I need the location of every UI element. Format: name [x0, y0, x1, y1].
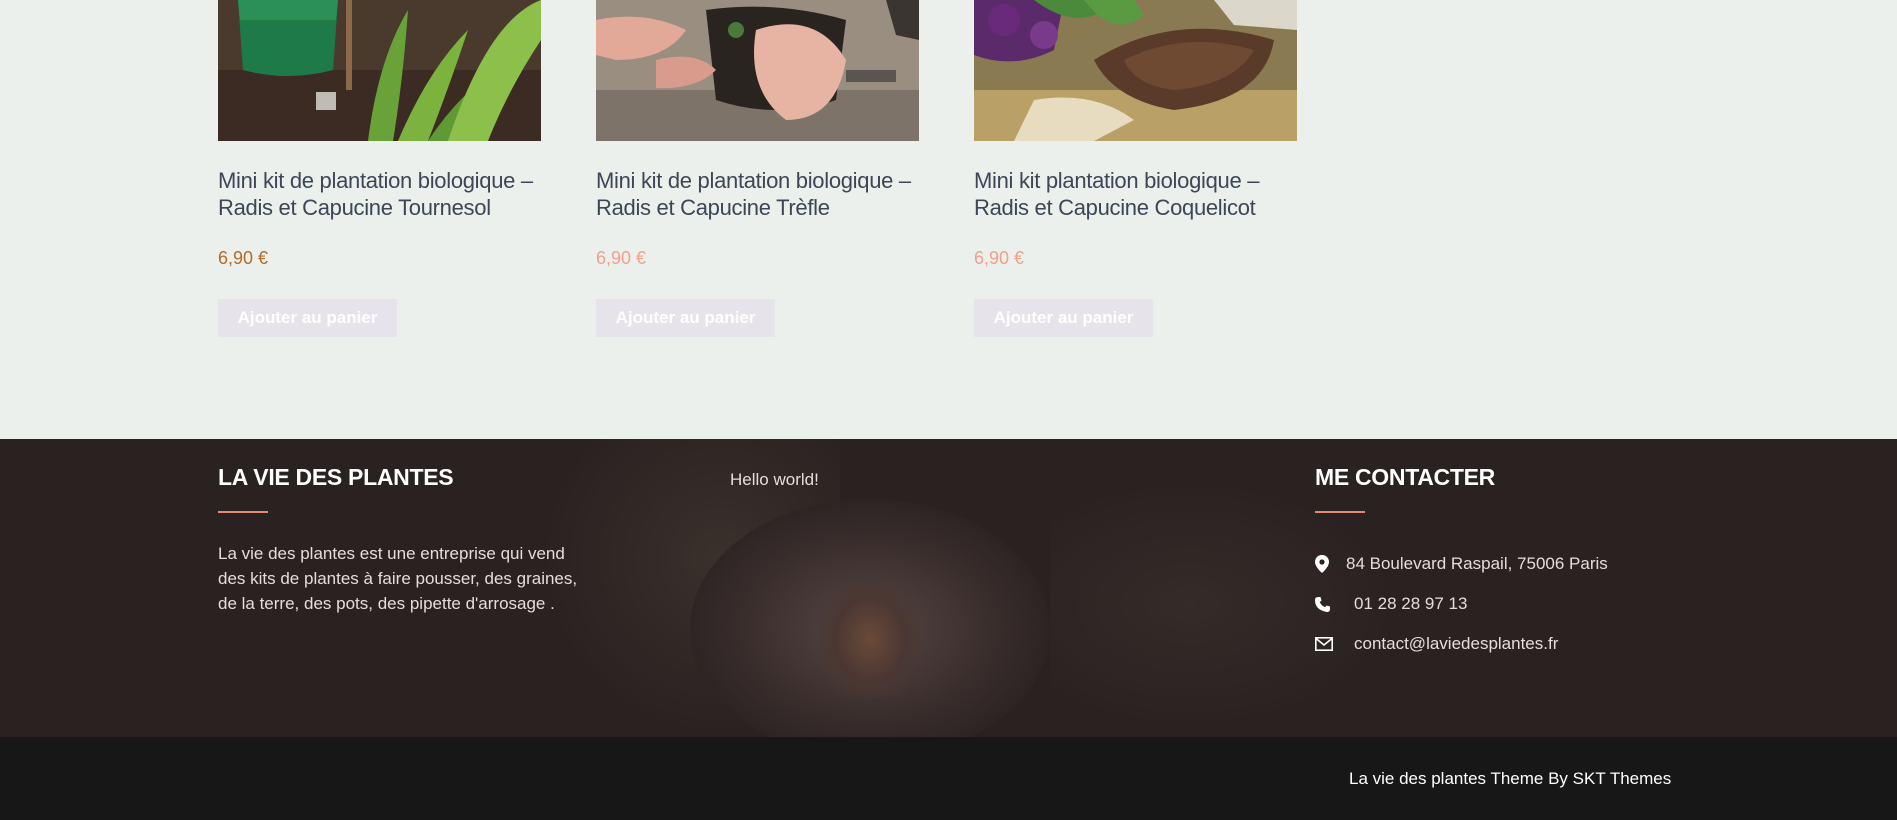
product-card: Mini kit de plantation biologique – Radi… — [218, 0, 541, 337]
map-pin-icon — [1315, 555, 1331, 573]
add-to-cart-button[interactable]: Ajouter au panier — [218, 299, 397, 337]
product-card: Mini kit de plantation biologique – Radi… — [596, 0, 919, 337]
footer-about-text: La vie des plantes est une entreprise qu… — [218, 544, 578, 613]
recent-post-link[interactable]: Hello world! — [730, 467, 819, 492]
footer-bottom-bar: La vie des plantes Theme By SKT Themes — [0, 737, 1897, 820]
footer-contact: ME CONTACTER 84 Boulevard Raspail, 75006… — [1315, 462, 1715, 682]
product-price: 6,90 € — [974, 248, 1025, 268]
contact-address-text: 84 Boulevard Raspail, 75006 Paris — [1346, 554, 1608, 573]
theme-credit[interactable]: La vie des plantes Theme By SKT Themes — [1349, 769, 1671, 789]
envelope-icon — [1315, 637, 1333, 651]
product-price: 6,90 € — [596, 248, 647, 268]
add-to-cart-button[interactable]: Ajouter au panier — [596, 299, 775, 337]
footer-about: LA VIE DES PLANTES La vie des plantes es… — [218, 462, 588, 616]
products-section: Mini kit de plantation biologique – Radi… — [0, 0, 1897, 439]
product-title[interactable]: Mini kit de plantation biologique – Radi… — [218, 167, 558, 221]
product-image[interactable] — [974, 0, 1297, 141]
add-to-cart-button[interactable]: Ajouter au panier — [974, 299, 1153, 337]
product-title[interactable]: Mini kit plantation biologique – Radis e… — [974, 167, 1314, 221]
product-card: Mini kit plantation biologique – Radis e… — [974, 0, 1297, 337]
product-price: 6,90 € — [218, 248, 269, 268]
contact-email[interactable]: contact@laviedesplantes.fr — [1315, 634, 1558, 654]
site-footer: LA VIE DES PLANTES La vie des plantes es… — [0, 439, 1897, 737]
footer-background — [820, 579, 920, 699]
footer-about-heading: LA VIE DES PLANTES — [218, 464, 454, 490]
product-image[interactable] — [596, 0, 919, 141]
heading-divider — [218, 511, 268, 513]
contact-email-text[interactable]: contact@laviedesplantes.fr — [1354, 634, 1558, 654]
contact-address: 84 Boulevard Raspail, 75006 Paris — [1315, 554, 1608, 574]
footer-contact-heading: ME CONTACTER — [1315, 464, 1495, 490]
phone-icon — [1315, 596, 1331, 612]
footer-recent-posts: Hello world! — [730, 467, 819, 492]
product-image[interactable] — [218, 0, 541, 141]
contact-phone-text: 01 28 28 97 13 — [1354, 594, 1468, 613]
heading-divider — [1315, 511, 1365, 513]
contact-phone: 01 28 28 97 13 — [1315, 594, 1467, 614]
product-title[interactable]: Mini kit de plantation biologique – Radi… — [596, 167, 936, 221]
